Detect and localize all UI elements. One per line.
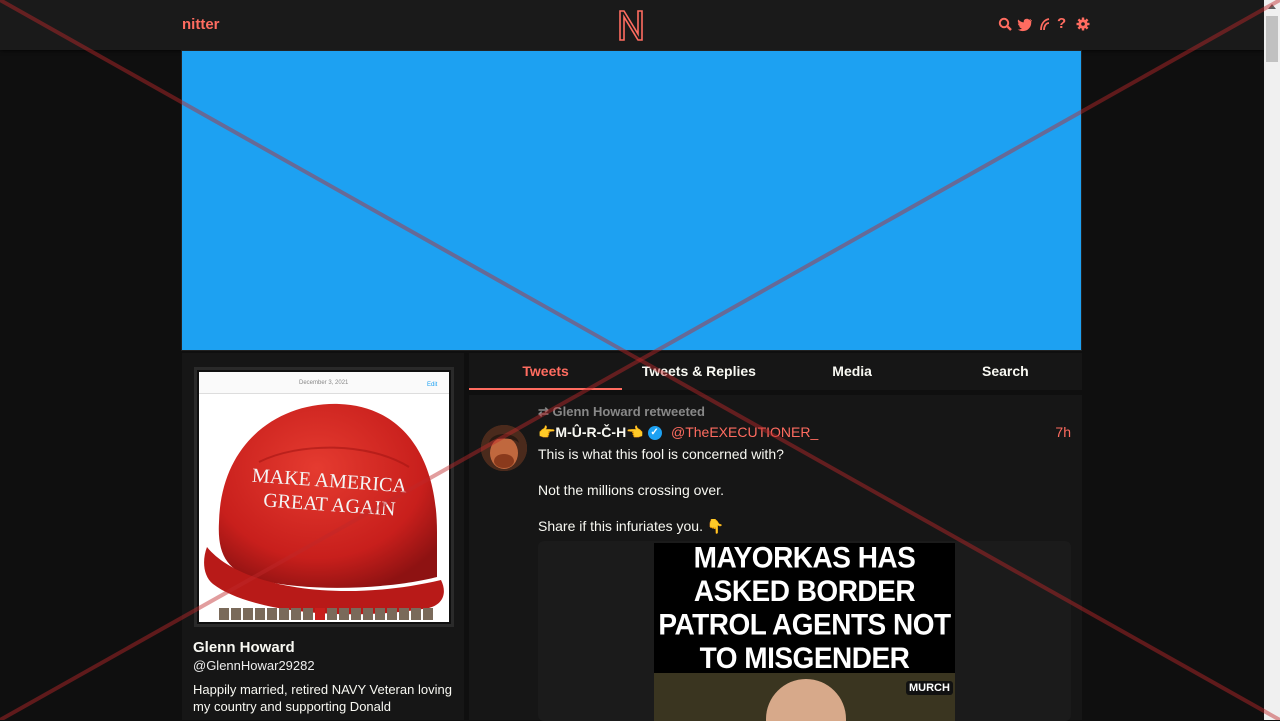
nitter-logo-icon[interactable] [617, 8, 645, 42]
tab-tweets[interactable]: Tweets [469, 353, 623, 390]
profile-bio: Happily married, retired NAVY Veteran lo… [193, 682, 452, 714]
tweet-media[interactable]: MAYORKAS HAS ASKED BORDER PATROL AGENTS … [538, 541, 1071, 721]
search-icon[interactable] [998, 16, 1012, 32]
timeline: ⇄ Glenn Howard retweeted 👉M-Û-R-Č-H👈 ✓ @… [469, 395, 1082, 721]
tweet-author[interactable]: 👉M-Û-R-Č-H👈 ✓ [538, 424, 662, 441]
tweet-text: This is what this fool is concerned with… [538, 445, 1068, 553]
tweet-image-watermark: MURCH [906, 681, 953, 695]
twitter-icon[interactable] [1017, 16, 1033, 32]
tweet-author-handle[interactable]: @TheEXECUTIONER_ [671, 424, 818, 440]
retweet-label: Glenn Howard retweeted [552, 404, 705, 419]
profile-avatar[interactable]: December 3, 2021 Edit MAKE AMERICA GREAT… [194, 367, 454, 627]
top-navbar: nitter ? [0, 0, 1264, 50]
tweet-paragraph: Not the millions crossing over. [538, 482, 724, 498]
tweet-author-name[interactable]: 👉M-Û-R-Č-H👈 [538, 424, 644, 441]
tweet-author-avatar[interactable] [481, 425, 527, 471]
tweet-image-face [766, 679, 846, 721]
maga-hat-image: MAKE AMERICA GREAT AGAIN [204, 403, 444, 615]
profile-card: December 3, 2021 Edit MAKE AMERICA GREAT… [182, 353, 464, 720]
profile-banner[interactable] [181, 50, 1082, 351]
brand-link[interactable]: nitter [182, 16, 220, 33]
page-scrollbar[interactable] [1264, 0, 1280, 720]
retweet-icon: ⇄ [538, 404, 549, 419]
retweet-indicator: ⇄ Glenn Howard retweeted [538, 404, 705, 420]
tweet-image: MAYORKAS HAS ASKED BORDER PATROL AGENTS … [654, 541, 955, 721]
verified-icon: ✓ [647, 425, 662, 440]
avatar-image: December 3, 2021 Edit MAKE AMERICA GREAT… [199, 372, 449, 622]
tweet-paragraph: Share if this infuriates you. 👇 [538, 518, 725, 534]
tweet-time[interactable]: 7h [1055, 424, 1071, 440]
tab-tweets-replies[interactable]: Tweets & Replies [622, 353, 775, 390]
avatar-photo-thumbnails [219, 608, 449, 620]
nav-icons: ? [998, 16, 1090, 32]
help-icon[interactable]: ? [1057, 16, 1071, 32]
scroll-up-icon[interactable] [1268, 4, 1276, 9]
tweet-paragraph: This is what this fool is concerned with… [538, 446, 784, 462]
profile-handle[interactable]: @GlennHowar29282 [193, 658, 315, 673]
profile-name[interactable]: Glenn Howard [193, 639, 295, 656]
rss-icon[interactable] [1038, 16, 1052, 32]
tweet-image-photo: MURCH [654, 673, 955, 721]
timeline-tabs: Tweets Tweets & Replies Media Search [469, 353, 1082, 390]
settings-icon[interactable] [1076, 16, 1090, 32]
tab-search[interactable]: Search [929, 353, 1082, 390]
scrollbar-thumb[interactable] [1266, 16, 1278, 62]
tab-media[interactable]: Media [776, 353, 929, 390]
